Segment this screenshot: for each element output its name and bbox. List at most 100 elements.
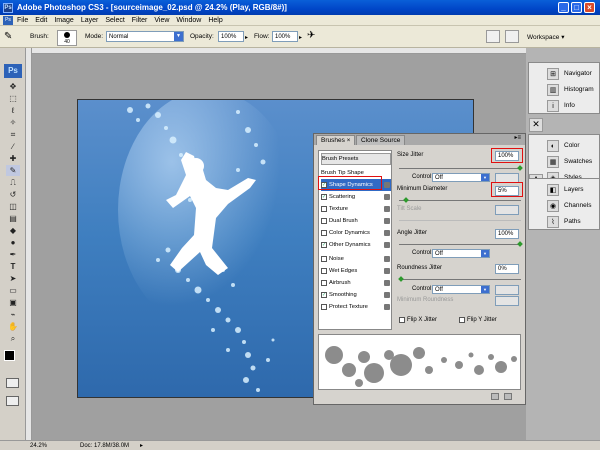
lock-icon[interactable]: [384, 194, 390, 200]
roundness-jitter-slider[interactable]: [399, 279, 521, 280]
flip-x-checkbox[interactable]: Flip X Jitter: [399, 317, 437, 323]
eraser-tool-icon[interactable]: ◫: [6, 201, 20, 212]
roundness-control-select[interactable]: Off ▼: [432, 285, 490, 294]
list-item-airbrush[interactable]: Airbrush: [321, 277, 391, 289]
healing-tool-icon[interactable]: ✚: [6, 153, 20, 164]
lasso-tool-icon[interactable]: ℓ: [6, 105, 20, 116]
min-diameter-slider[interactable]: [399, 200, 521, 201]
mode-select[interactable]: Normal ▼: [106, 31, 184, 42]
slice-tool-icon[interactable]: ∕: [6, 141, 20, 152]
checkbox[interactable]: [321, 206, 327, 212]
list-item-wet-edges[interactable]: Wet Edges: [321, 265, 391, 277]
slider-knob[interactable]: [403, 197, 409, 203]
shape-tool-icon[interactable]: ▭: [6, 285, 20, 296]
size-jitter-slider[interactable]: [399, 168, 521, 169]
menu-view[interactable]: View: [154, 17, 169, 24]
lock-icon[interactable]: [384, 242, 390, 248]
screen-mode-icon[interactable]: [6, 396, 19, 406]
list-item-protect-texture[interactable]: Protect Texture: [321, 301, 391, 313]
flow-arrow-icon[interactable]: ▸: [299, 34, 302, 41]
list-item-noise[interactable]: Noise: [321, 253, 391, 265]
menu-filter[interactable]: Filter: [132, 17, 148, 24]
menu-help[interactable]: Help: [208, 17, 222, 24]
list-item-dual-brush[interactable]: Dual Brush: [321, 215, 391, 227]
gradient-tool-icon[interactable]: ▤: [6, 213, 20, 224]
flip-y-checkbox[interactable]: Flip Y Jitter: [459, 317, 497, 323]
brush-tool-icon[interactable]: ✎: [4, 31, 20, 43]
checkbox[interactable]: [321, 304, 327, 310]
marquee-tool-icon[interactable]: ⬚: [6, 93, 20, 104]
lock-icon[interactable]: [384, 218, 390, 224]
menu-window[interactable]: Window: [176, 17, 201, 24]
palette-well-icon[interactable]: [486, 30, 500, 43]
hand-tool-icon[interactable]: ✋: [6, 321, 20, 332]
menu-edit[interactable]: Edit: [35, 17, 47, 24]
lock-icon[interactable]: [384, 304, 390, 310]
status-arrow-icon[interactable]: ▸: [140, 442, 143, 449]
airbrush-icon[interactable]: ✈: [307, 30, 315, 41]
checkbox[interactable]: ✓: [321, 292, 327, 298]
slider-knob[interactable]: [517, 165, 523, 171]
list-item-texture[interactable]: Texture: [321, 203, 391, 215]
dock-item-paths[interactable]: ⌇ Paths: [529, 214, 600, 229]
dock-item-navigator[interactable]: ⊞ Navigator: [529, 66, 600, 81]
quick-mask-icon[interactable]: [6, 378, 19, 388]
menu-file[interactable]: File: [17, 17, 28, 24]
checkbox[interactable]: [321, 230, 327, 236]
foreground-color-swatch[interactable]: [4, 350, 15, 361]
list-item-color-dynamics[interactable]: Color Dynamics: [321, 227, 391, 239]
list-item-other-dynamics[interactable]: ✓ Other Dynamics: [321, 239, 391, 251]
menu-image[interactable]: Image: [54, 17, 73, 24]
zoom-level[interactable]: 24.2%: [30, 443, 47, 449]
trash-icon[interactable]: [504, 393, 512, 400]
panel-menu-icon[interactable]: ▸≡: [514, 134, 521, 141]
opacity-input[interactable]: 100%: [218, 31, 244, 42]
slider-knob[interactable]: [398, 276, 404, 282]
dock-item-histogram[interactable]: ▥ Histogram: [529, 82, 600, 97]
list-item-scattering[interactable]: ✓ Scattering: [321, 191, 391, 203]
zoom-tool-icon[interactable]: ⌕: [6, 333, 20, 344]
path-selection-tool-icon[interactable]: ➤: [6, 273, 20, 284]
lock-icon[interactable]: [384, 280, 390, 286]
lock-icon[interactable]: [384, 256, 390, 262]
brush-picker[interactable]: 40: [57, 30, 77, 46]
dock-item-layers[interactable]: ◧ Layers: [529, 182, 600, 197]
angle-control-select[interactable]: Off ▼: [432, 249, 490, 258]
slider-knob[interactable]: [517, 241, 523, 247]
clone-stamp-tool-icon[interactable]: ⎍: [6, 177, 20, 188]
checkbox[interactable]: [321, 218, 327, 224]
brush-tool-icon-selected[interactable]: ✎: [6, 165, 20, 176]
checkbox[interactable]: ✓: [321, 194, 327, 200]
opacity-arrow-icon[interactable]: ▸: [245, 34, 248, 41]
checkbox[interactable]: [459, 317, 465, 323]
flow-input[interactable]: 100%: [272, 31, 298, 42]
new-preset-icon[interactable]: [491, 393, 499, 400]
checkbox[interactable]: ✓: [321, 242, 327, 248]
roundness-jitter-input[interactable]: 0%: [495, 264, 519, 274]
blur-tool-icon[interactable]: ◆: [6, 225, 20, 236]
tab-brushes[interactable]: Brushes ×: [316, 135, 356, 145]
history-brush-tool-icon[interactable]: ↺: [6, 189, 20, 200]
menu-select[interactable]: Select: [105, 17, 124, 24]
dock-item-info[interactable]: i Info: [529, 98, 600, 113]
tab-clone-source[interactable]: Clone Source: [356, 135, 406, 145]
dodge-tool-icon[interactable]: ●: [6, 237, 20, 248]
lock-icon[interactable]: [384, 268, 390, 274]
eyedropper-tool-icon[interactable]: ⌁: [6, 309, 20, 320]
lock-icon[interactable]: [384, 230, 390, 236]
dock-item-swatches[interactable]: ▦ Swatches: [529, 154, 600, 169]
pen-tool-icon[interactable]: ✒: [6, 249, 20, 260]
checkbox[interactable]: [321, 268, 327, 274]
notes-tool-icon[interactable]: ▣: [6, 297, 20, 308]
dock-item-color[interactable]: ◐ Color: [529, 138, 600, 153]
angle-jitter-slider[interactable]: [399, 244, 521, 245]
dock-item-channels[interactable]: ◉ Channels: [529, 198, 600, 213]
lock-icon[interactable]: [384, 182, 390, 188]
move-tool-icon[interactable]: ✥: [6, 81, 20, 92]
type-tool-icon[interactable]: T: [6, 261, 20, 272]
tools-x-icon[interactable]: ✕: [529, 118, 543, 132]
checkbox[interactable]: [321, 280, 327, 286]
lock-icon[interactable]: [384, 206, 390, 212]
lock-icon[interactable]: [384, 292, 390, 298]
control-select[interactable]: Off ▼: [432, 173, 490, 182]
